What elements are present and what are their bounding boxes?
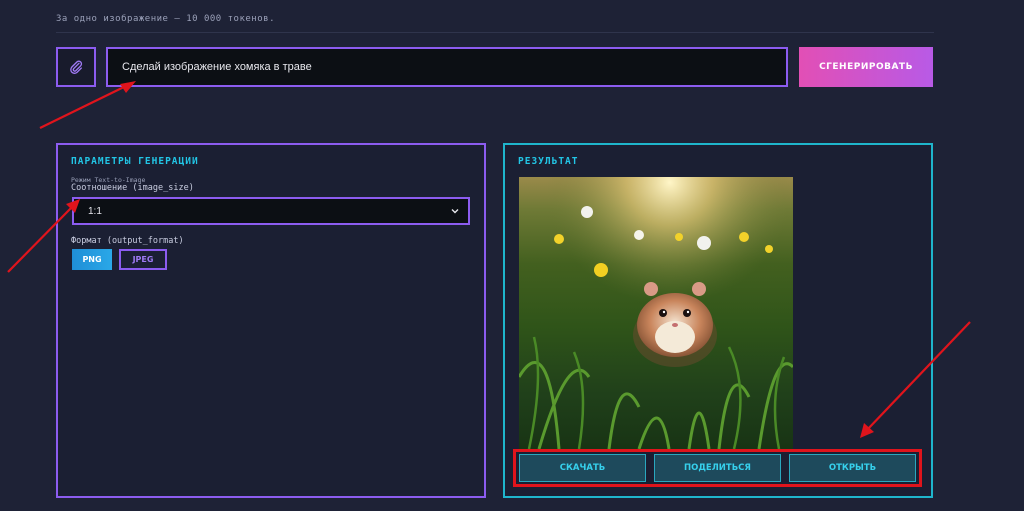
ratio-label: Соотношение (image_size) bbox=[71, 183, 194, 193]
token-cost-note: За одно изображение — 10 000 токенов. bbox=[56, 14, 275, 24]
open-button[interactable]: ОТКРЫТЬ bbox=[789, 454, 916, 482]
result-title: РЕЗУЛЬТАТ bbox=[518, 156, 579, 167]
chevron-down-icon bbox=[451, 209, 459, 214]
generate-button[interactable]: СГЕНЕРИРОВАТЬ bbox=[799, 47, 933, 87]
format-label: Формат (output_format) bbox=[71, 236, 184, 246]
generated-hamster-image bbox=[519, 177, 793, 449]
share-button[interactable]: ПОДЕЛИТЬСЯ bbox=[654, 454, 781, 482]
download-button[interactable]: СКАЧАТЬ bbox=[519, 454, 646, 482]
arrow-to-prompt bbox=[39, 84, 129, 129]
prompt-input[interactable] bbox=[106, 47, 788, 87]
paperclip-icon bbox=[70, 60, 83, 74]
format-jpeg-button[interactable]: JPEG bbox=[119, 249, 167, 270]
params-title: ПАРАМЕТРЫ ГЕНЕРАЦИИ bbox=[71, 156, 199, 167]
ratio-select[interactable]: 1:1 bbox=[72, 197, 470, 225]
ratio-select-value: 1:1 bbox=[88, 205, 102, 217]
attach-button[interactable] bbox=[56, 47, 96, 87]
format-png-button[interactable]: PNG bbox=[72, 249, 112, 270]
top-divider bbox=[56, 32, 934, 33]
